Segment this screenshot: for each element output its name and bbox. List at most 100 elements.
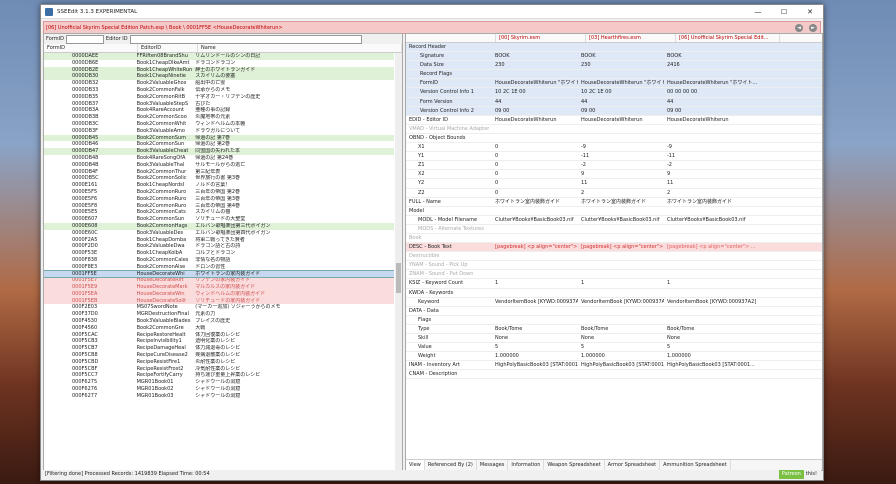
plugin-column-header[interactable]: [00] Skyrim.esm [496, 34, 586, 42]
table-row[interactable]: 0000E5F5 Book2CommonRuro 三百年の帝国 第2巻 [44, 189, 394, 196]
field-row[interactable]: VMAD - Virtual Machine Adapter [406, 125, 822, 134]
field-row[interactable]: Z2 0 2 2 [406, 189, 822, 198]
table-row[interactable]: 000F5CBF RecipeResistFrost2 冷気耐性薬のレシピ [44, 366, 394, 373]
tab-ammunition-spreadsheet[interactable]: Ammunition Spreadsheet [660, 460, 731, 470]
table-row[interactable]: 000F6275 MGR01Book01 シャドウールの洞窟 [44, 379, 394, 386]
table-row[interactable]: 0000DB4F Book2CommonThur 第三紀年表 [44, 169, 394, 176]
table-row[interactable]: 0000F53E Book1CheapKolbA コルブとドラゴン [44, 250, 394, 257]
table-row[interactable]: 000F5CAC RecipeRestoreHealt 体力回復薬のレシピ [44, 332, 394, 339]
table-row[interactable]: 0000DB48 Book4RareSongOfA 帰還の記 第24巻 [44, 155, 394, 162]
field-row[interactable]: YNAM - Sound - Pick Up [406, 261, 822, 271]
table-row[interactable]: 0000DB6E Book1CheapDlkeAmt ドラゴンドラゴン [44, 60, 394, 67]
table-row[interactable]: 0001F5E7 HouseDecorateRift リフテンの家内装ガイド [44, 277, 394, 285]
tab-armor-spreadsheet[interactable]: Armor Spreadsheet [605, 460, 661, 470]
editorid-input[interactable] [129, 34, 362, 44]
table-row[interactable]: 000F6276 MGR01Book02 シャドウールの洞窟 [44, 386, 394, 393]
field-row[interactable]: Flags [406, 316, 822, 325]
field-row[interactable]: Version Control Info 2 09 00 09 00 09 00 [406, 106, 822, 116]
col-formid[interactable]: FormID [44, 44, 138, 52]
field-row[interactable]: INAM - Inventory Art HighPolyBasicBook03 … [406, 361, 822, 371]
field-row[interactable]: FULL - Name ホワイトラン室内装飾ガイド ホワイトラン室内装飾ガイド ホワイ… [406, 198, 822, 207]
scroll-thumb[interactable] [396, 263, 401, 293]
table-row[interactable]: 000F4530 Book3ValuableBlades ブレイズの歴史 [44, 318, 394, 325]
table-row[interactable]: 0000E5F6 Book2CommonRuro 三百年の帝国 第3巻 [44, 196, 394, 203]
field-row[interactable]: ZNAM - Sound - Put Down [406, 270, 822, 280]
field-row[interactable]: MODL - Model Filename Clutter¥Books¥Basic… [406, 216, 822, 225]
table-row[interactable]: 0001F5EA HouseDecorateWin ウィンドヘルムの家内装ガイド [44, 290, 394, 298]
field-row[interactable]: X2 0 9 9 [406, 170, 822, 180]
this-label[interactable]: this! [806, 470, 821, 479]
field-row[interactable]: EDID - Editor ID HouseDecorateWhiterun Hou… [406, 116, 822, 125]
patreon-badge[interactable]: Patreon [778, 470, 804, 479]
table-row[interactable]: 0000F2D0 Book2ValuableDwa ドラゴン語と古の詩 [44, 243, 394, 250]
field-row[interactable]: Weight 1.000000 1.000000 1.000000 [406, 352, 822, 362]
field-row[interactable]: MODS - Alternate Textures [406, 225, 822, 234]
col-editorid[interactable]: EditorID [138, 44, 198, 52]
field-row[interactable]: Skill None None None [406, 334, 822, 344]
field-row[interactable]: Type Book/Tome Book/Tome Book/Tome [406, 325, 822, 334]
table-row[interactable]: 0000E5F8 Book2CommonRuro 三百年の帝国 第4巻 [44, 203, 394, 210]
close-button[interactable]: ✕ [797, 8, 823, 16]
table-row[interactable]: 000F5CBD RecipeResistFire1 炎耐性薬のレシピ [44, 359, 394, 366]
field-row[interactable]: Model [406, 207, 822, 216]
minimize-button[interactable]: — [745, 8, 771, 16]
field-row[interactable]: Z1 0 -2 -2 [406, 161, 822, 171]
table-row[interactable]: 0000DB32 Book2ValuableGhos 船出中の亡霊 [44, 80, 394, 87]
field-row[interactable]: Data Size 230 230 2416 [406, 61, 822, 71]
table-row[interactable]: 000F5CB8 RecipeCureDisease2 疾病退散薬のレシピ [44, 352, 394, 359]
table-row[interactable]: 0000DB2E Book1CheapWhiteRun 紳士のホワイトランガイド [44, 66, 394, 74]
table-row[interactable]: 0000E161 Book1CheapNordsI ノルドの言葉！ [44, 182, 394, 189]
table-row[interactable]: 0000DB46 Book2CommonSun 帰還の記 第2巻 [44, 141, 394, 148]
tab-messages[interactable]: Messages [477, 460, 509, 470]
table-row[interactable]: 0000F8E3 Book2CommonAlse ドロンの習性 [44, 264, 394, 271]
field-row[interactable]: Signature BOOK BOOK BOOK [406, 52, 822, 62]
forward-icon[interactable]: ► [809, 23, 817, 32]
field-row[interactable]: Value 5 5 5 [406, 343, 822, 353]
back-icon[interactable]: ◄ [795, 23, 803, 32]
table-row[interactable]: 0000E608 Book2CommonHags エルバン歌唱楽団第三代ボイガン [44, 222, 394, 230]
table-row[interactable]: 0000DB47 Book3ValuableCheat 同盟国の失われた本 [44, 148, 394, 155]
table-row[interactable]: 000F2E03 MS07SwordNote (マーカー追加) ソジャーうからのメモ [44, 304, 394, 311]
table-row[interactable]: 0000DB30 Book1CheapNinetie スカイリムの要塞 [44, 73, 394, 81]
table-row[interactable]: 0000DB3F Book3ValuableAmo ドラウガルについて [44, 128, 394, 135]
table-row[interactable]: 0000E5E5 Book2CommonCats スカイリムの猫 [44, 209, 394, 216]
table-row[interactable]: 000F37D0 MGRDestructionFinal 元素の力 [44, 311, 394, 318]
formid-input[interactable] [65, 34, 104, 44]
field-row[interactable]: Record Header [406, 43, 822, 53]
field-row[interactable]: Version Control Info 1 10 2C 1E 00 10 2C 1… [406, 88, 822, 98]
field-row[interactable]: DATA - Data [406, 307, 822, 316]
table-row[interactable]: 0000DB33 Book2CommonFalk 伝承からのメモ [44, 87, 394, 94]
field-row[interactable]: X1 0 -9 -9 [406, 143, 822, 153]
tab-referenced-by-2-[interactable]: Referenced By (2) [425, 460, 477, 470]
tab-view[interactable]: View [406, 460, 425, 470]
table-row[interactable]: 0000DB37 Book3ValuableStepS 古びた [44, 101, 394, 108]
field-row[interactable]: KWDA - Keywords [406, 289, 822, 298]
table-row[interactable]: 0000DAEE FFRiften08BrandShu リムリンドールのシンの日記 [44, 53, 394, 60]
col-name[interactable]: Name [198, 44, 402, 52]
table-row[interactable]: 0001FF5E HouseDecorateWhi ホワイトランの家内装ガイド [44, 269, 394, 279]
plugin-column-header[interactable]: [06] Unofficial Skyrim Special Edit... [676, 34, 780, 42]
table-row[interactable]: 0000DB5C Book2CommonSolic 世界旅行の書 第3巻 [44, 175, 394, 182]
plugin-column-header[interactable] [406, 34, 496, 42]
field-row[interactable]: Keyword VendorItemBook [KYWD:000937A2] Ven… [406, 298, 822, 307]
table-row[interactable]: 0000DB45 Book2CommonSum 帰還の記 第7巻 [44, 134, 394, 142]
tab-weapon-spreadsheet[interactable]: Weapon Spreadsheet [544, 460, 605, 470]
field-row[interactable]: Destructible [406, 252, 822, 262]
table-row[interactable]: 000F5CB7 RecipeDamageHeal 体力減退毒のレシピ [44, 345, 394, 352]
field-row[interactable]: DESC - Book Text [pagebreak] <p align="ce… [406, 243, 822, 253]
table-row[interactable]: 0001F5EB HouseDecorateSolit ソリチュードの家内装ガイド [44, 297, 394, 305]
field-row[interactable]: Y2 0 11 11 [406, 179, 822, 189]
maximize-button[interactable]: ☐ [771, 8, 797, 16]
table-row[interactable]: 0000F2A5 Book1CheapDomba 将軍ニ戦ってきた賢者 [44, 237, 394, 244]
table-row[interactable]: 0000F838 Book2CommonCales 非情な名の物語 [44, 257, 394, 264]
field-row[interactable]: OBND - Object Bounds [406, 134, 822, 144]
tree-scrollbar[interactable] [395, 53, 402, 470]
table-row[interactable]: 000F4560 Book2CommonGre 大戦 [44, 325, 394, 332]
field-row[interactable]: Book [406, 234, 822, 244]
table-row[interactable]: 000F6277 MGR01Book03 シャドウールの洞窟 [44, 393, 394, 400]
table-row[interactable]: 0000E607 Book2CommonSun ソリチュードの大聖堂 [44, 216, 394, 223]
tab-information[interactable]: Information [508, 460, 545, 470]
table-row[interactable]: 0000DB3B Book2CommonScoo 炎魔地帯の元素 [44, 114, 394, 121]
table-row[interactable]: 000F5CB3 RecipeInvisibility1 透明化薬のレシピ [44, 338, 394, 345]
field-row[interactable]: Form Version 44 44 44 [406, 97, 822, 107]
